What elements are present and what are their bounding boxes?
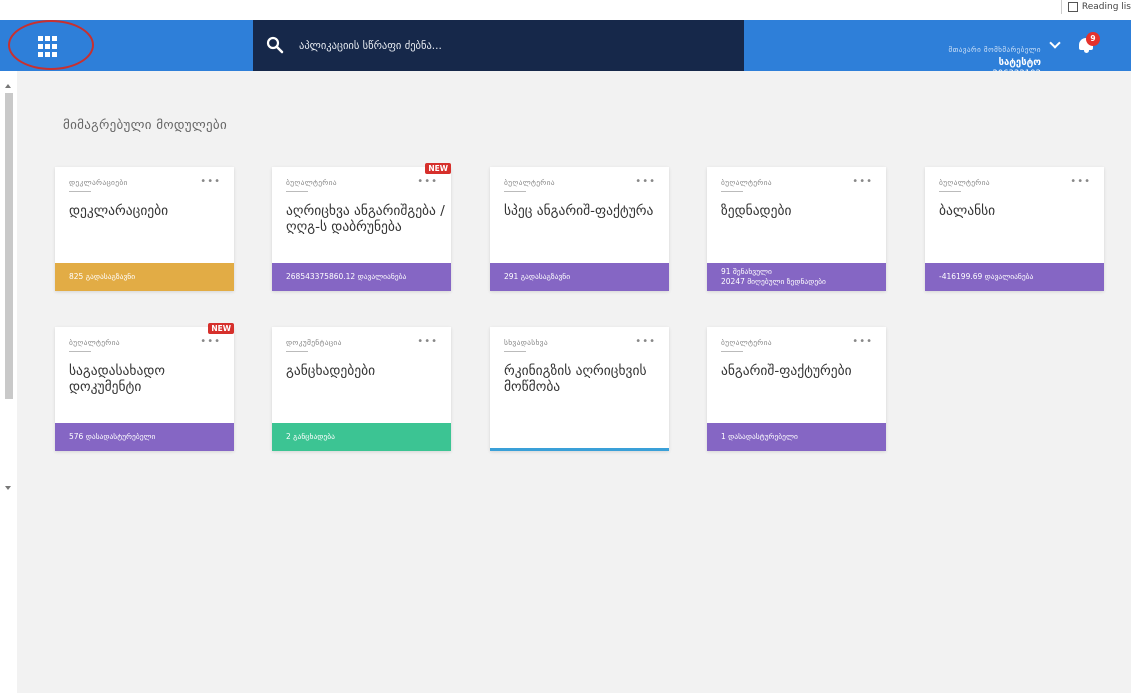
card-category: ბუღალტერია [721, 178, 772, 187]
card-category: ბუღალტერია [504, 178, 555, 187]
more-options-icon[interactable]: ••• [635, 336, 656, 347]
module-card[interactable]: დოკუმენტაცია ••• განცხადებები 2 განცხადება [272, 327, 451, 451]
section-title: მიმაგრებული მოდულები [63, 118, 227, 133]
card-category: ბუღალტერია [721, 338, 772, 347]
card-status-text: 91 შენახვული [721, 267, 772, 276]
reading-list-button[interactable]: Reading lis [1060, 0, 1131, 14]
more-options-icon[interactable]: ••• [852, 176, 873, 187]
card-category-underline [504, 191, 526, 192]
card-category-underline [721, 191, 743, 192]
card-category-underline [504, 351, 526, 352]
module-card[interactable]: ბუღალტერია ••• NEW აღრიცხვა ანგარიშგება / ღ… [272, 163, 451, 291]
module-card[interactable]: ბუღალტერია ••• ზედნადები 91 შენახვული 20247 … [707, 167, 886, 291]
more-options-icon[interactable]: ••• [417, 176, 438, 187]
module-card[interactable]: ბუღალტერია ••• ანგარიშ-ფაქტურები 1 დასადასტ… [707, 327, 886, 451]
card-title: ზედნადები [721, 203, 792, 219]
card-category: ბუღალტერია [286, 178, 337, 187]
card-status-footer[interactable]: 1 დასადასტურებელი [707, 423, 886, 451]
card-status-text: 2 განცხადება [286, 432, 335, 441]
more-options-icon[interactable]: ••• [635, 176, 656, 187]
scroll-up-arrow-icon[interactable] [5, 84, 11, 88]
card-status-text: 268543375860.12 დავალიანება [286, 272, 407, 281]
new-badge: NEW [208, 323, 234, 334]
browser-top-strip: Reading lis [0, 0, 1131, 20]
search-icon [266, 36, 284, 54]
card-category-underline [286, 191, 308, 192]
card-title: განცხადებები [286, 363, 376, 379]
scroll-down-arrow-icon[interactable] [5, 486, 11, 490]
new-badge: NEW [425, 163, 451, 174]
card-category: დეკლარაციები [69, 178, 128, 187]
card-status-text: 825 გადასაგზავნი [69, 272, 136, 281]
search-input[interactable] [297, 34, 731, 58]
card-status-text: 20247 მიღებული ზედნადები [721, 277, 826, 286]
card-title: დეკლარაციები [69, 203, 169, 219]
user-name: სატესტო [998, 57, 1041, 68]
more-options-icon[interactable]: ••• [1070, 176, 1091, 187]
more-options-icon[interactable]: ••• [200, 336, 221, 347]
user-role: მთავარი მომხმარებელი [948, 46, 1041, 54]
card-status-footer[interactable]: 825 გადასაგზავნი [55, 263, 234, 291]
card-title: ბალანსი [939, 203, 996, 219]
card-status-footer[interactable]: 291 გადასაგზავნი [490, 263, 669, 291]
notification-badge: 9 [1086, 32, 1100, 46]
card-category: ბუღალტერია [69, 338, 120, 347]
card-title: საგადასახადო დოკუმენტი [69, 363, 165, 395]
card-status-footer[interactable]: 2 განცხადება [272, 423, 451, 451]
card-status-footer[interactable]: 268543375860.12 დავალიანება [272, 263, 451, 291]
card-status-text: -416199.69 დავალიანება [939, 272, 1034, 281]
card-status-text: 1 დასადასტურებელი [721, 432, 798, 441]
card-title: სპეც ანგარიშ-ფაქტურა [504, 203, 654, 219]
card-status-footer[interactable]: 91 შენახვული 20247 მიღებული ზედნადები [707, 263, 886, 291]
card-bottom-line [490, 448, 669, 451]
card-category: დოკუმენტაცია [286, 338, 342, 347]
reading-list-icon [1067, 2, 1078, 12]
card-title: ანგარიშ-ფაქტურები [721, 363, 852, 379]
module-card[interactable]: ბუღალტერია ••• ბალანსი -416199.69 დავალიანე… [925, 167, 1104, 291]
card-category: სხვადასხვა [504, 338, 548, 347]
card-category: ბუღალტერია [939, 178, 990, 187]
module-card[interactable]: დეკლარაციები ••• დეკლარაციები 825 გადასაგზა… [55, 167, 234, 291]
card-category-underline [69, 191, 91, 192]
card-category-underline [286, 351, 308, 352]
card-status-footer[interactable]: 576 დასადასტურებელი [55, 423, 234, 451]
card-status-text: 576 დასადასტურებელი [69, 432, 156, 441]
card-category-underline [939, 191, 961, 192]
module-card[interactable]: ბუღალტერია ••• NEW საგადასახადო დოკუმენტი 57… [55, 323, 234, 451]
card-status-footer[interactable]: -416199.69 დავალიანება [925, 263, 1104, 291]
search-bar [253, 20, 744, 71]
card-category-underline [69, 351, 91, 352]
module-card[interactable]: სხვადასხვა ••• რკინიგზის აღრიცხვის მოწმობა [490, 327, 669, 451]
module-card[interactable]: ბუღალტერია ••• სპეც ანგარიშ-ფაქტურა 291 გად… [490, 167, 669, 291]
more-options-icon[interactable]: ••• [417, 336, 438, 347]
more-options-icon[interactable]: ••• [852, 336, 873, 347]
scrollbar-thumb[interactable] [5, 93, 13, 399]
reading-list-label: Reading lis [1081, 2, 1131, 12]
card-status-text: 291 გადასაგზავნი [504, 272, 571, 281]
more-options-icon[interactable]: ••• [200, 176, 221, 187]
card-title: აღრიცხვა ანგარიშგება / ღღგ-ს დაბრუნება [286, 203, 445, 235]
card-category-underline [721, 351, 743, 352]
card-title: რკინიგზის აღრიცხვის მოწმობა [504, 363, 647, 395]
annotation-circle [8, 20, 94, 70]
